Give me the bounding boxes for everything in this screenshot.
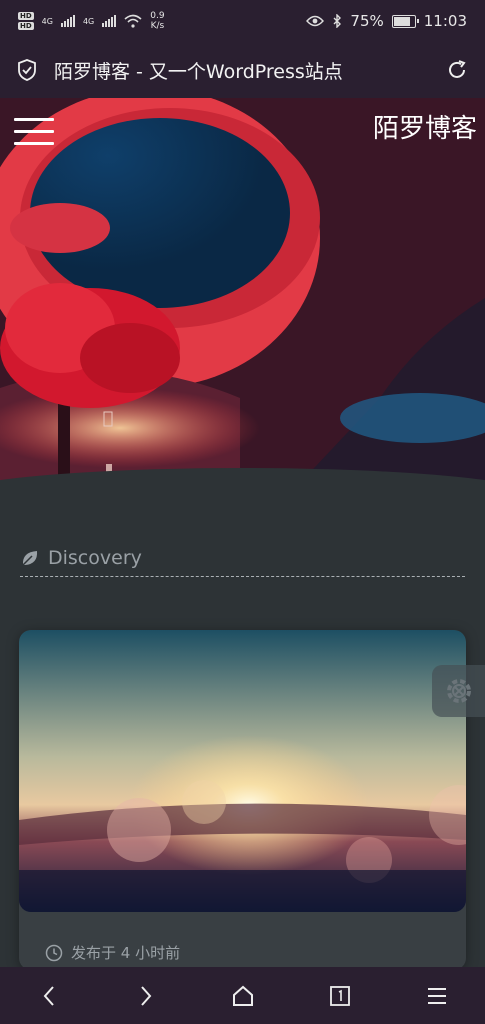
page-title[interactable]: 陌罗博客 - 又一个WordPress站点 xyxy=(54,57,445,84)
chevron-left-icon xyxy=(43,985,54,1006)
net2-label: 4G xyxy=(82,16,95,26)
home-button[interactable] xyxy=(227,980,259,1012)
network-speed: 0.9 K/s xyxy=(150,11,164,31)
wifi-icon xyxy=(124,14,142,28)
menu-button[interactable] xyxy=(421,980,453,1012)
reload-icon[interactable] xyxy=(445,58,469,82)
post-meta: 发布于 4 小时前 xyxy=(45,942,180,963)
browser-toolbar: 陌罗博客 - 又一个WordPress站点 xyxy=(0,42,485,98)
gear-icon xyxy=(446,679,471,703)
tabs-icon xyxy=(329,985,350,1006)
battery-icon xyxy=(391,14,419,28)
leaf-icon xyxy=(22,551,38,566)
section-heading: Discovery xyxy=(20,540,465,577)
hero-illustration xyxy=(0,98,485,483)
clock-icon xyxy=(45,944,63,961)
status-bar: HD HD 4G 4G 0.9 K/s 75% 11:03 xyxy=(0,0,485,42)
sim1-badge: HD xyxy=(18,12,34,20)
bluetooth-icon xyxy=(333,14,342,28)
net1-label: 4G xyxy=(41,16,53,26)
hero-banner xyxy=(0,98,485,483)
eye-icon xyxy=(306,15,325,27)
forward-button[interactable] xyxy=(130,980,162,1012)
signal2-icon xyxy=(102,15,117,27)
section-label: Discovery xyxy=(48,547,142,569)
speed-unit: K/s xyxy=(150,21,165,31)
sim-indicators: HD HD xyxy=(18,12,34,30)
home-icon xyxy=(232,985,253,1006)
sim2-badge: HD xyxy=(18,22,34,30)
menu-icon xyxy=(427,987,446,1004)
site-name[interactable]: 陌罗博客 xyxy=(373,108,477,145)
status-right: 75% 11:03 xyxy=(306,12,467,30)
sunset-image xyxy=(19,630,466,912)
settings-button[interactable] xyxy=(432,665,485,717)
speed-value: 0.9 xyxy=(150,11,165,21)
shield-icon[interactable] xyxy=(16,58,38,82)
battery-percent: 75% xyxy=(350,12,384,30)
chevron-right-icon xyxy=(140,985,151,1006)
tabs-button[interactable] xyxy=(324,980,356,1012)
status-left: HD HD 4G 4G 0.9 K/s xyxy=(18,11,165,31)
post-thumbnail[interactable] xyxy=(19,630,466,912)
clock: 11:03 xyxy=(423,12,467,30)
back-button[interactable] xyxy=(33,980,65,1012)
signal1-icon xyxy=(60,15,75,27)
browser-bottom-bar xyxy=(0,967,485,1024)
post-time: 发布于 4 小时前 xyxy=(71,944,181,962)
hamburger-menu-button[interactable] xyxy=(14,118,54,146)
post-card[interactable]: 发布于 4 小时前 xyxy=(19,630,466,970)
